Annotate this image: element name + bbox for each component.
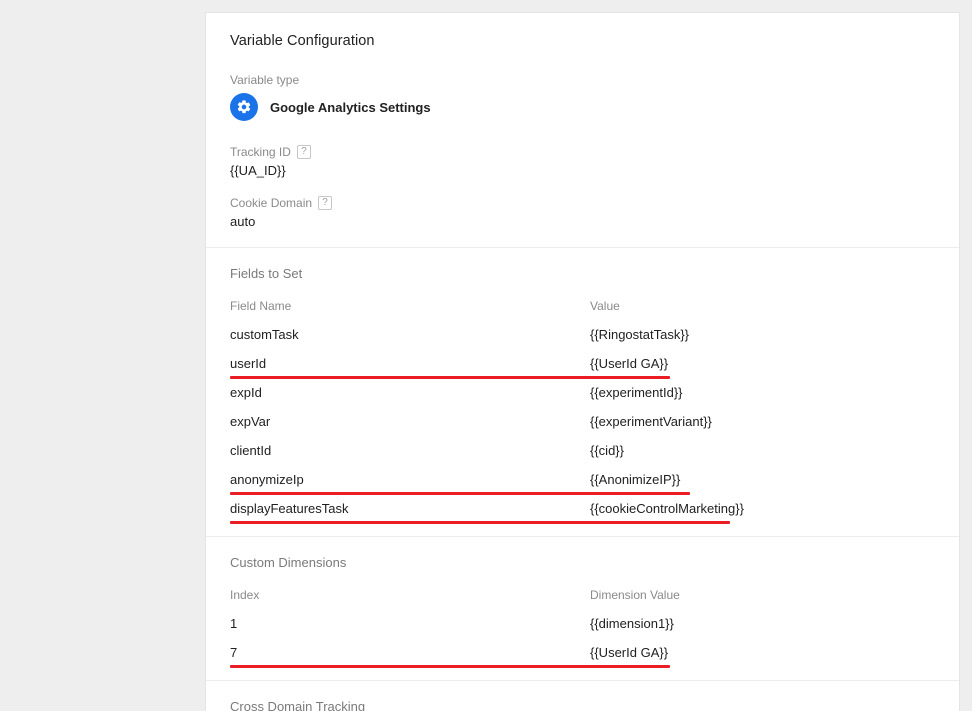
variable-configuration-card: Variable Configuration Variable type Goo… <box>205 12 960 711</box>
cookie-domain-label: Cookie Domain <box>230 196 312 210</box>
field-name: userId <box>230 356 590 371</box>
field-row: clientId {{cid}} <box>230 443 935 472</box>
field-value: {{cookieControlMarketing}} <box>590 501 935 516</box>
dims-header-row: Index Dimension Value <box>230 588 935 602</box>
field-value: {{experimentVariant}} <box>590 414 935 429</box>
dimension-index: 7 <box>230 645 590 660</box>
dims-header-index: Index <box>230 588 590 602</box>
tracking-id-value: {{UA_ID}} <box>230 163 935 178</box>
help-icon[interactable]: ? <box>297 145 311 159</box>
cookie-domain-value: auto <box>230 214 935 229</box>
fields-to-set-title: Fields to Set <box>230 266 935 281</box>
field-name: expId <box>230 385 590 400</box>
field-value: {{experimentId}} <box>590 385 935 400</box>
dimension-row: 7 {{UserId GA}} <box>230 645 935 674</box>
highlight-underline <box>230 376 670 379</box>
field-value: {{cid}} <box>590 443 935 458</box>
dimension-index: 1 <box>230 616 590 631</box>
divider <box>206 247 959 248</box>
tracking-id-block: Tracking ID ? {{UA_ID}} <box>230 145 935 178</box>
variable-type-name: Google Analytics Settings <box>270 100 431 115</box>
dimension-value: {{UserId GA}} <box>590 645 935 660</box>
field-row: userId {{UserId GA}} <box>230 356 935 385</box>
fields-header-row: Field Name Value <box>230 299 935 313</box>
field-name: displayFeaturesTask <box>230 501 590 516</box>
custom-dimensions-title: Custom Dimensions <box>230 555 935 570</box>
divider <box>206 680 959 681</box>
field-value: {{AnonimizeIP}} <box>590 472 935 487</box>
highlight-underline <box>230 665 670 668</box>
field-row: expId {{experimentId}} <box>230 385 935 414</box>
variable-type-row[interactable]: Google Analytics Settings <box>230 93 935 121</box>
cookie-domain-block: Cookie Domain ? auto <box>230 196 935 229</box>
field-row: displayFeaturesTask {{cookieControlMarke… <box>230 501 935 530</box>
gear-icon <box>230 93 258 121</box>
tracking-id-label: Tracking ID <box>230 145 291 159</box>
field-name: customTask <box>230 327 590 342</box>
dimension-row: 1 {{dimension1}} <box>230 616 935 645</box>
field-row: customTask {{RingostatTask}} <box>230 327 935 356</box>
field-name: clientId <box>230 443 590 458</box>
dims-header-value: Dimension Value <box>590 588 935 602</box>
variable-type-label: Variable type <box>230 73 935 87</box>
help-icon[interactable]: ? <box>318 196 332 210</box>
cross-domain-title: Cross Domain Tracking <box>230 699 935 711</box>
dimension-value: {{dimension1}} <box>590 616 935 631</box>
field-row: expVar {{experimentVariant}} <box>230 414 935 443</box>
highlight-underline <box>230 521 730 524</box>
fields-header-value: Value <box>590 299 935 313</box>
field-value: {{UserId GA}} <box>590 356 935 371</box>
highlight-underline <box>230 492 690 495</box>
fields-header-field: Field Name <box>230 299 590 313</box>
card-title: Variable Configuration <box>230 33 935 49</box>
divider <box>206 536 959 537</box>
field-value: {{RingostatTask}} <box>590 327 935 342</box>
field-row: anonymizeIp {{AnonimizeIP}} <box>230 472 935 501</box>
field-name: anonymizeIp <box>230 472 590 487</box>
field-name: expVar <box>230 414 590 429</box>
